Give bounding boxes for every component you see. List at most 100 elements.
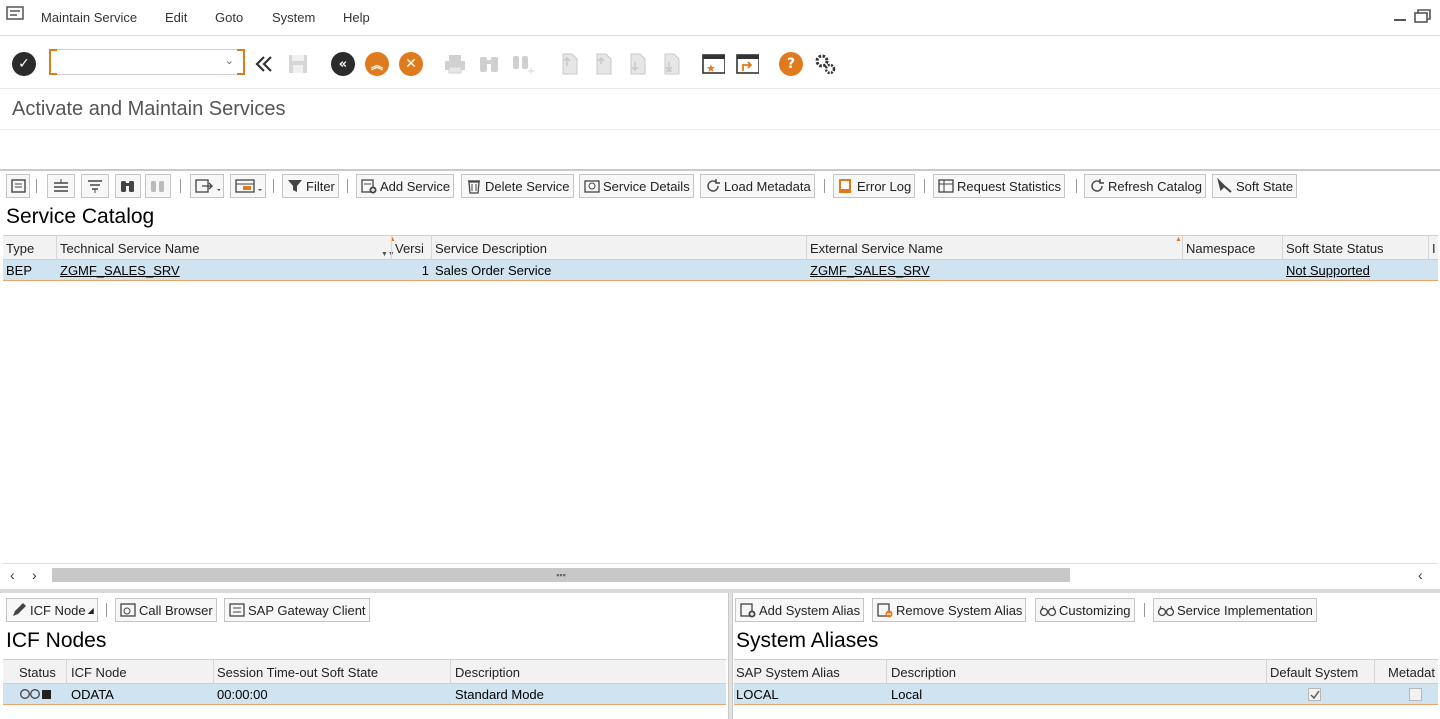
remove-system-alias-button[interactable]: Remove System Alias bbox=[872, 598, 1027, 622]
column-header-type[interactable]: Type bbox=[6, 241, 34, 256]
column-header-session-timeout[interactable]: Session Time-out Soft State bbox=[217, 665, 378, 680]
add-service-button[interactable]: Add Service bbox=[356, 174, 455, 198]
column-header-external-name[interactable]: External Service Name bbox=[810, 241, 943, 256]
soft-state-button[interactable]: Soft State bbox=[1212, 174, 1298, 198]
customizing-label: Customizing bbox=[1059, 602, 1131, 618]
print-icon[interactable] bbox=[443, 52, 467, 76]
menu-edit[interactable]: Edit bbox=[165, 10, 187, 25]
find-next-icon-alv[interactable] bbox=[145, 174, 171, 198]
create-session-icon[interactable]: ★ bbox=[701, 52, 725, 76]
last-page-icon[interactable] bbox=[658, 52, 682, 76]
next-page-icon[interactable] bbox=[624, 52, 648, 76]
sap-gateway-client-button[interactable]: SAP Gateway Client bbox=[224, 598, 370, 622]
column-header-icf-node[interactable]: ICF Node bbox=[71, 665, 127, 680]
vertical-splitter[interactable] bbox=[728, 593, 733, 719]
first-page-icon[interactable] bbox=[556, 52, 580, 76]
horizontal-scrollbar[interactable]: ‹ › ▪▪▪ ‹ bbox=[2, 563, 1438, 585]
default-system-checkbox[interactable] bbox=[1308, 688, 1321, 701]
cell-external-name-link[interactable]: ZGMF_SALES_SRV bbox=[810, 263, 930, 278]
service-details-button[interactable]: Service Details bbox=[579, 174, 694, 198]
collapse-cmd-icon[interactable] bbox=[252, 52, 276, 76]
sort-descending-icon[interactable] bbox=[81, 174, 109, 198]
column-header-technical-name[interactable]: Technical Service Name bbox=[60, 241, 199, 256]
delete-service-label: Delete Service bbox=[485, 178, 570, 194]
column-header-namespace[interactable]: Namespace bbox=[1186, 241, 1255, 256]
find-icon[interactable] bbox=[477, 52, 501, 76]
service-details-icon bbox=[583, 178, 601, 194]
column-header-truncated[interactable]: I bbox=[1432, 241, 1436, 256]
column-header-sap-system-alias[interactable]: SAP System Alias bbox=[736, 665, 840, 680]
command-field[interactable]: ⌄ bbox=[49, 49, 245, 75]
remove-system-alias-label: Remove System Alias bbox=[896, 602, 1023, 618]
refresh-icon bbox=[704, 178, 722, 194]
details-icon[interactable] bbox=[6, 174, 30, 198]
sap-window: Maintain Service Edit Goto System Help ✓… bbox=[0, 0, 1440, 719]
scroll-right-icon[interactable]: › bbox=[32, 567, 37, 583]
table-row[interactable]: BEP ZGMF_SALES_SRV 1 Sales Order Service… bbox=[3, 260, 1438, 281]
find-icon-alv[interactable] bbox=[115, 174, 141, 198]
column-header-icf-description[interactable]: Description bbox=[455, 665, 520, 680]
scroll-left-icon[interactable]: ‹ bbox=[10, 567, 15, 583]
menu-goto[interactable]: Goto bbox=[215, 10, 243, 25]
layout-icon[interactable] bbox=[230, 174, 266, 198]
scroll-thumb[interactable]: ▪▪▪ bbox=[52, 568, 1070, 582]
request-statistics-button[interactable]: Request Statistics bbox=[933, 174, 1066, 198]
sort-ascending-icon[interactable] bbox=[47, 174, 75, 198]
filter-button[interactable]: Filter bbox=[282, 174, 339, 198]
maximize-window-icon[interactable] bbox=[1414, 9, 1431, 23]
menu-maintain-service[interactable]: Maintain Service bbox=[41, 10, 137, 25]
cell-session-timeout: 00:00:00 bbox=[217, 687, 268, 702]
cell-alias-description: Local bbox=[891, 687, 923, 702]
column-header-version[interactable]: Versi bbox=[395, 241, 431, 256]
icf-node-button[interactable]: ICF Node ◢ bbox=[6, 598, 98, 622]
exit-icon[interactable]: ︽ bbox=[365, 52, 389, 76]
error-log-button[interactable]: Error Log bbox=[833, 174, 916, 198]
title-bar: Activate and Maintain Services bbox=[0, 90, 1440, 130]
cell-technical-name-link[interactable]: ZGMF_SALES_SRV bbox=[60, 263, 180, 278]
restore-window-icon[interactable] bbox=[1392, 9, 1408, 23]
column-header-soft-state-status[interactable]: Soft State Status bbox=[1286, 241, 1384, 256]
column-header-service-description[interactable]: Service Description bbox=[435, 241, 547, 256]
previous-page-icon[interactable] bbox=[590, 52, 614, 76]
trash-icon bbox=[465, 178, 483, 194]
cell-soft-state-link[interactable]: Not Supported bbox=[1286, 263, 1370, 278]
table-row[interactable]: ODATA 00:00:00 Standard Mode bbox=[3, 684, 726, 705]
horizontal-splitter[interactable] bbox=[0, 589, 1440, 593]
call-browser-button[interactable]: Call Browser bbox=[115, 598, 217, 622]
icf-nodes-title: ICF Nodes bbox=[6, 629, 107, 652]
column-header-alias-description[interactable]: Description bbox=[891, 665, 956, 680]
help-icon[interactable]: ? bbox=[779, 52, 803, 76]
service-catalog-table: Type Technical Service Name ▲ ▼▼ Versi S… bbox=[3, 235, 1438, 560]
menu-bar: Maintain Service Edit Goto System Help bbox=[0, 0, 1440, 36]
menu-help[interactable]: Help bbox=[343, 10, 370, 25]
chevron-down-icon[interactable]: ⌄ bbox=[225, 54, 234, 67]
load-metadata-button[interactable]: Load Metadata bbox=[700, 174, 815, 198]
menu-system[interactable]: System bbox=[272, 10, 315, 25]
cancel-icon[interactable]: ✕ bbox=[399, 52, 423, 76]
add-system-alias-button[interactable]: Add System Alias bbox=[735, 598, 865, 622]
delete-service-button[interactable]: Delete Service bbox=[461, 174, 574, 198]
app-menu-icon[interactable] bbox=[6, 6, 24, 20]
column-header-status[interactable]: Status bbox=[19, 665, 56, 680]
filter-label: Filter bbox=[306, 178, 335, 194]
save-icon[interactable] bbox=[286, 52, 310, 76]
table-row[interactable]: LOCAL Local bbox=[734, 684, 1438, 705]
shortcut-icon[interactable] bbox=[735, 52, 759, 76]
metadata-checkbox[interactable] bbox=[1409, 688, 1422, 701]
enter-check-icon[interactable]: ✓ bbox=[12, 52, 36, 76]
settings-icon[interactable] bbox=[813, 52, 837, 76]
customizing-button[interactable]: Customizing bbox=[1035, 598, 1135, 622]
add-alias-icon bbox=[739, 602, 757, 618]
add-service-label: Add Service bbox=[380, 178, 451, 194]
filter-icon bbox=[286, 178, 304, 194]
command-input[interactable] bbox=[58, 53, 218, 71]
export-icon[interactable] bbox=[190, 174, 224, 198]
column-header-default-system[interactable]: Default System bbox=[1270, 665, 1358, 680]
service-implementation-button[interactable]: Service Implementation bbox=[1153, 598, 1317, 622]
back-icon[interactable]: « bbox=[331, 52, 355, 76]
refresh-catalog-button[interactable]: Refresh Catalog bbox=[1084, 174, 1206, 198]
scroll-left-end-icon[interactable]: ‹ bbox=[1418, 567, 1423, 583]
find-next-icon[interactable]: + bbox=[511, 52, 535, 76]
column-header-metadata[interactable]: Metadat bbox=[1388, 665, 1435, 680]
soft-state-label: Soft State bbox=[1236, 178, 1294, 194]
